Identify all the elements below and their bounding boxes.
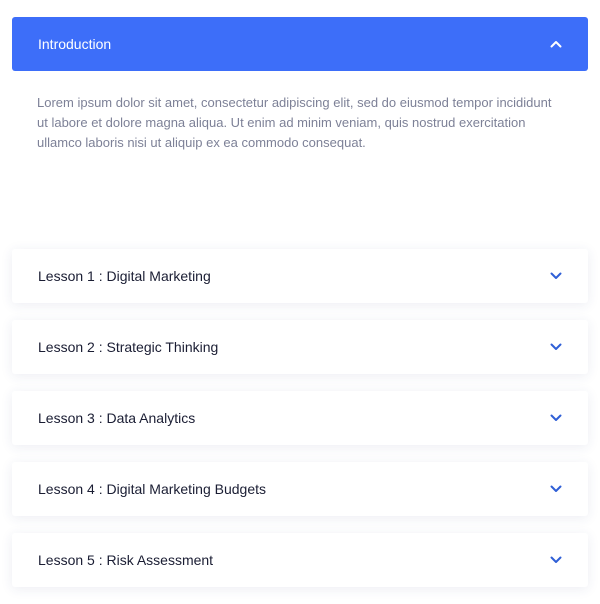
lesson-item-4[interactable]: Lesson 4 : Digital Marketing Budgets [12,462,588,516]
accordion-body-introduction: Lorem ipsum dolor sit amet, consectetur … [37,95,552,150]
lesson-item-1[interactable]: Lesson 1 : Digital Marketing [12,249,588,303]
lesson-item-3[interactable]: Lesson 3 : Data Analytics [12,391,588,445]
lesson-title: Lesson 4 : Digital Marketing Budgets [38,481,267,497]
lesson-item-2[interactable]: Lesson 2 : Strategic Thinking [12,320,588,374]
chevron-down-icon[interactable] [549,411,563,425]
chevron-down-icon[interactable] [549,482,563,496]
chevron-down-icon[interactable] [549,269,563,283]
lesson-item-5[interactable]: Lesson 5 : Risk Assessment [12,533,588,587]
lesson-title: Lesson 3 : Data Analytics [38,410,196,426]
lesson-title: Lesson 2 : Strategic Thinking [38,339,219,355]
chevron-down-icon[interactable] [549,340,563,354]
accordion-title: Introduction [38,36,112,52]
course-accordion: Introduction Lorem ipsum dolor sit amet,… [12,17,588,604]
chevron-up-icon[interactable] [549,37,563,51]
accordion-header-introduction[interactable]: Introduction [12,17,588,71]
lesson-title: Lesson 5 : Risk Assessment [38,552,214,568]
lesson-title: Lesson 1 : Digital Marketing [38,268,211,284]
chevron-down-icon[interactable] [549,553,563,567]
